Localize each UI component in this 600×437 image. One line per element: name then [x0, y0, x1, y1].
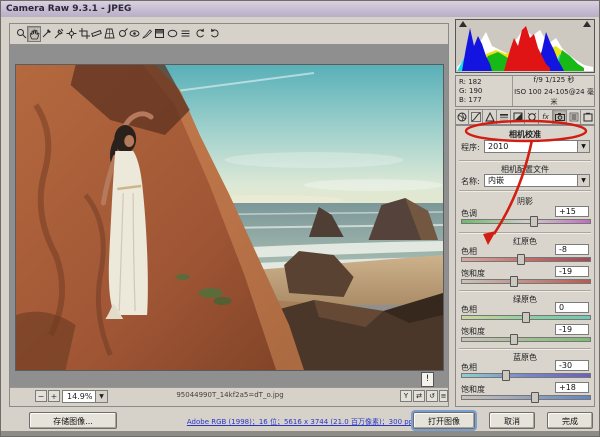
preferences-icon[interactable] — [179, 26, 191, 40]
preview-mode-button[interactable]: Y — [400, 390, 412, 402]
rgb-r-value: R: 182 — [459, 78, 482, 87]
zoom-out-button[interactable]: − — [35, 390, 47, 402]
adjustment-brush-tool-icon[interactable] — [141, 26, 153, 40]
color-sampler-tool-icon[interactable] — [52, 26, 64, 40]
crop-tool-icon[interactable] — [78, 26, 90, 40]
blue-saturation-slider-thumb[interactable] — [531, 392, 539, 403]
rotate-right-icon[interactable] — [208, 26, 220, 40]
blue-hue-slider[interactable] — [461, 373, 591, 378]
image-filename: 95044990T_14kf2a5=dT_o.jpg — [120, 391, 340, 399]
tab-camera-calibration[interactable] — [553, 109, 567, 125]
process-version-select[interactable]: 2010▼ — [484, 140, 590, 153]
transform-tool-icon[interactable] — [103, 26, 115, 40]
chevron-down-icon: ▼ — [577, 175, 589, 186]
process-label: 程序: — [461, 142, 480, 153]
camera-raw-dialog: Camera Raw 9.3.1 - JPEG — [0, 0, 600, 437]
processing-warning-badge: ! — [421, 372, 434, 387]
save-image-button[interactable]: 存储图像... — [29, 412, 117, 429]
red-saturation-value-field[interactable]: -19 — [555, 266, 589, 277]
green-hue-value-field[interactable]: 0 — [555, 302, 589, 313]
dialog-footer: 存储图像... Adobe RGB (1998)；16 位；5616 x 374… — [1, 407, 600, 431]
green-hue-label: 色相 — [461, 304, 477, 315]
blue-hue-label: 色相 — [461, 362, 477, 373]
copy-settings-button[interactable]: ↺ — [426, 390, 438, 402]
profile-name-select[interactable]: 内嵌▼ — [484, 174, 590, 187]
red-hue-slider-thumb[interactable] — [517, 254, 525, 265]
tint-value-field[interactable]: +15 — [555, 206, 589, 217]
blue-saturation-slider[interactable] — [461, 395, 591, 400]
blue-hue-value-field[interactable]: -30 — [555, 360, 589, 371]
tint-slider[interactable] — [461, 219, 591, 224]
done-button[interactable]: 完成 — [547, 412, 593, 429]
red-saturation-label: 饱和度 — [461, 268, 485, 279]
tab-detail[interactable] — [483, 109, 497, 125]
preview-image[interactable] — [15, 64, 444, 371]
zoom-in-button[interactable]: + — [48, 390, 60, 402]
swap-before-after-button[interactable]: ⇄ — [413, 390, 425, 402]
shadow-clipping-indicator[interactable] — [459, 21, 467, 27]
tab-presets[interactable] — [567, 109, 581, 125]
tab-lens-corrections[interactable] — [525, 109, 539, 125]
rotate-left-icon[interactable] — [194, 26, 206, 40]
green-saturation-slider[interactable] — [461, 337, 591, 342]
green-saturation-slider-thumb[interactable] — [510, 334, 518, 345]
green-saturation-value-field[interactable]: -19 — [555, 324, 589, 335]
tab-snapshots[interactable] — [581, 109, 595, 125]
exif-readout: R: 182 G: 190 B: 177 f/9 1/125 秒 ISO 100… — [455, 75, 595, 107]
adjustments-panel: R: 182 G: 190 B: 177 f/9 1/125 秒 ISO 100… — [453, 19, 599, 407]
hand-tool-icon[interactable] — [27, 26, 41, 42]
radial-filter-tool-icon[interactable] — [166, 26, 178, 40]
zoom-level-select[interactable]: 14.9%▼ — [62, 390, 108, 403]
adjustment-tabs: fx — [455, 109, 595, 125]
open-image-button[interactable]: 打开图像 — [413, 412, 475, 429]
workflow-options-link[interactable]: Adobe RGB (1998)；16 位；5616 x 3744 (21.0 … — [151, 417, 451, 427]
chevron-down-icon: ▼ — [95, 391, 107, 402]
preview-status-bar: − + 14.9%▼ 95044990T_14kf2a5=dT_o.jpg Y … — [10, 387, 448, 406]
exposure-info: f/9 1/125 秒 — [513, 75, 595, 85]
red-hue-slider[interactable] — [461, 257, 591, 262]
camera-calibration-panel: 相机校准 程序: 2010▼ 相机配置文件 名称: 内嵌▼ 阴影 色调 +15 … — [455, 125, 595, 407]
chevron-down-icon: ▼ — [577, 141, 589, 152]
red-eye-tool-icon[interactable] — [128, 26, 140, 40]
blue-hue-slider-thumb[interactable] — [502, 370, 510, 381]
red-hue-value-field[interactable]: -8 — [555, 244, 589, 255]
red-saturation-slider[interactable] — [461, 279, 591, 284]
profile-name-label: 名称: — [461, 176, 480, 187]
red-hue-label: 色相 — [461, 246, 477, 257]
preview-canvas[interactable]: ! — [10, 44, 448, 390]
rgb-g-value: G: 190 — [459, 87, 482, 96]
cancel-button[interactable]: 取消 — [489, 412, 535, 429]
tab-effects[interactable]: fx — [539, 109, 553, 125]
blue-saturation-value-field[interactable]: +18 — [555, 382, 589, 393]
histogram — [455, 19, 595, 73]
rgb-b-value: B: 177 — [459, 96, 482, 105]
straighten-tool-icon[interactable] — [90, 26, 102, 40]
tab-tone-curve[interactable] — [469, 109, 483, 125]
tab-split-toning[interactable] — [511, 109, 525, 125]
title-bar[interactable]: Camera Raw 9.3.1 - JPEG — [1, 1, 600, 17]
spot-removal-tool-icon[interactable] — [116, 26, 128, 40]
panel-title: 相机校准 — [456, 129, 594, 140]
tint-slider-label: 色调 — [461, 208, 477, 219]
tint-slider-thumb[interactable] — [530, 216, 538, 227]
blue-saturation-label: 饱和度 — [461, 384, 485, 395]
tab-hsl-grayscale[interactable] — [497, 109, 511, 125]
red-saturation-slider-thumb[interactable] — [510, 276, 518, 287]
preview-menu-button[interactable]: ≡ — [439, 390, 448, 402]
window-title: Camera Raw 9.3.1 - JPEG — [6, 4, 131, 14]
green-saturation-label: 饱和度 — [461, 326, 485, 337]
green-hue-slider[interactable] — [461, 315, 591, 320]
tab-basic[interactable] — [455, 109, 469, 125]
white-balance-tool-icon[interactable] — [40, 26, 52, 40]
graduated-filter-tool-icon[interactable] — [153, 26, 165, 40]
zoom-tool-icon[interactable] — [15, 26, 27, 40]
highlight-clipping-indicator[interactable] — [583, 21, 591, 27]
targeted-adjustment-tool-icon[interactable] — [65, 26, 77, 40]
preview-pane: ! − + 14.9%▼ 95044990T_14kf2a5=dT_o.jpg … — [9, 23, 449, 407]
tool-bar — [10, 24, 448, 45]
green-hue-slider-thumb[interactable] — [522, 312, 530, 323]
iso-lens-info: ISO 100 24-105@24 毫米 — [513, 87, 595, 107]
window-bottom-edge — [1, 431, 600, 437]
